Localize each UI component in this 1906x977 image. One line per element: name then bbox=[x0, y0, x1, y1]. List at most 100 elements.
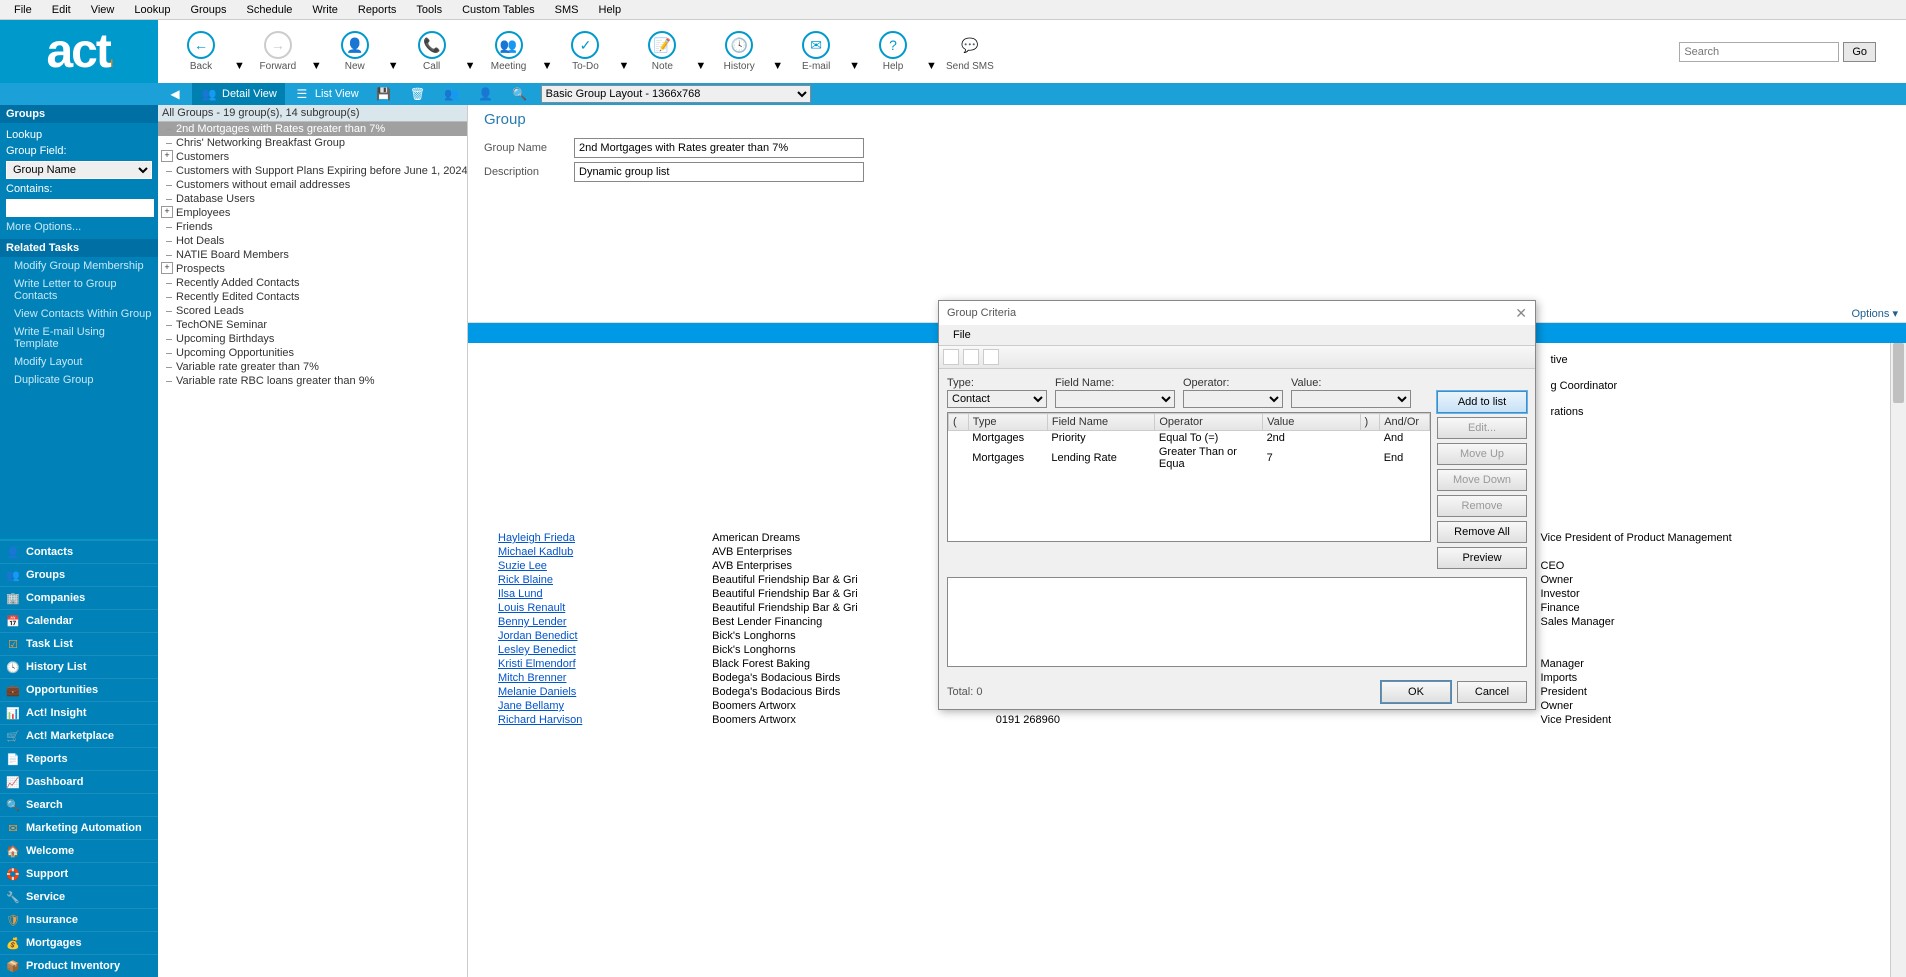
edit-button[interactable]: Edit... bbox=[1437, 417, 1527, 439]
task-duplicate-group[interactable]: Duplicate Group bbox=[0, 371, 158, 389]
menu-groups[interactable]: Groups bbox=[180, 2, 236, 18]
contact-name-link[interactable]: Jordan Benedict bbox=[498, 630, 578, 642]
nav-item-insurance[interactable]: 🛡Insurance bbox=[0, 908, 158, 931]
move-up-button[interactable]: Move Up bbox=[1437, 443, 1527, 465]
task-write-email[interactable]: Write E-mail Using Template bbox=[0, 323, 158, 353]
menu-sms[interactable]: SMS bbox=[545, 2, 589, 18]
ribbon-left-arrow[interactable]: ◀ bbox=[158, 83, 192, 105]
task-view-contacts[interactable]: View Contacts Within Group bbox=[0, 305, 158, 323]
nav-item-groups[interactable]: 👥Groups bbox=[0, 563, 158, 586]
layout-select[interactable]: Basic Group Layout - 1366x768 bbox=[541, 85, 811, 103]
menu-view[interactable]: View bbox=[81, 2, 125, 18]
help-button[interactable]: ?Help bbox=[868, 31, 918, 72]
remove-button[interactable]: Remove bbox=[1437, 495, 1527, 517]
nav-item-act-marketplace[interactable]: 🛒Act! Marketplace bbox=[0, 724, 158, 747]
tree-item[interactable]: 2nd Mortgages with Rates greater than 7% bbox=[158, 122, 467, 136]
menu-edit[interactable]: Edit bbox=[42, 2, 81, 18]
tree-item[interactable]: Database Users bbox=[158, 192, 467, 206]
contact-name-link[interactable]: Melanie Daniels bbox=[498, 686, 576, 698]
criteria-row[interactable]: MortgagesPriorityEqual To (=)2ndAnd bbox=[949, 431, 1430, 446]
move-down-button[interactable]: Move Down bbox=[1437, 469, 1527, 491]
new-dropdown[interactable]: ▼ bbox=[388, 60, 399, 72]
email-button[interactable]: ✉E-mail bbox=[791, 31, 841, 72]
tree-item[interactable]: Recently Edited Contacts bbox=[158, 290, 467, 304]
contact-name-link[interactable]: Benny Lender bbox=[498, 616, 567, 628]
criteria-row[interactable]: MortgagesLending RateGreater Than or Equ… bbox=[949, 445, 1430, 471]
menu-help[interactable]: Help bbox=[589, 2, 632, 18]
nav-item-mortgages[interactable]: 💰Mortgages bbox=[0, 931, 158, 954]
tree-item[interactable]: Prospects bbox=[158, 262, 467, 276]
forward-dropdown[interactable]: ▼ bbox=[311, 60, 322, 72]
contact-name-link[interactable]: Hayleigh Frieda bbox=[498, 532, 575, 544]
vertical-scrollbar[interactable] bbox=[1890, 343, 1906, 977]
nav-item-act-insight[interactable]: 📊Act! Insight bbox=[0, 701, 158, 724]
contact-name-link[interactable]: Lesley Benedict bbox=[498, 644, 576, 656]
group-field-select[interactable]: Group Name bbox=[6, 161, 152, 179]
tree-item[interactable]: Customers bbox=[158, 150, 467, 164]
tree-item[interactable]: Customers without email addresses bbox=[158, 178, 467, 192]
tree-item[interactable]: Customers with Support Plans Expiring be… bbox=[158, 164, 467, 178]
sendsms-button[interactable]: 💬Send SMS bbox=[945, 31, 995, 72]
history-button[interactable]: 🕓History bbox=[714, 31, 764, 72]
tree-item[interactable]: Variable rate RBC loans greater than 9% bbox=[158, 374, 467, 388]
contact-name-link[interactable]: Mitch Brenner bbox=[498, 672, 566, 684]
nav-item-reports[interactable]: 📄Reports bbox=[0, 747, 158, 770]
tree-item[interactable]: Upcoming Birthdays bbox=[158, 332, 467, 346]
menu-schedule[interactable]: Schedule bbox=[237, 2, 303, 18]
tree-item[interactable]: Chris' Networking Breakfast Group bbox=[158, 136, 467, 150]
menu-reports[interactable]: Reports bbox=[348, 2, 407, 18]
note-dropdown[interactable]: ▼ bbox=[695, 60, 706, 72]
menu-lookup[interactable]: Lookup bbox=[124, 2, 180, 18]
nav-item-marketing-automation[interactable]: ✉Marketing Automation bbox=[0, 816, 158, 839]
contact-name-link[interactable]: Kristi Elmendorf bbox=[498, 658, 576, 670]
ok-button[interactable]: OK bbox=[1381, 681, 1451, 703]
contact-name-link[interactable]: Rick Blaine bbox=[498, 574, 553, 586]
contact-row[interactable]: Richard Harvison Boomers Artworx 0191 26… bbox=[468, 713, 1906, 727]
call-dropdown[interactable]: ▼ bbox=[465, 60, 476, 72]
history-dropdown[interactable]: ▼ bbox=[772, 60, 783, 72]
tree-item[interactable]: Friends bbox=[158, 220, 467, 234]
nav-item-search[interactable]: 🔍Search bbox=[0, 793, 158, 816]
email-dropdown[interactable]: ▼ bbox=[849, 60, 860, 72]
remove-all-button[interactable]: Remove All bbox=[1437, 521, 1527, 543]
tree-item[interactable]: Scored Leads bbox=[158, 304, 467, 318]
contact-name-link[interactable]: Suzie Lee bbox=[498, 560, 547, 572]
dialog-file-menu[interactable]: File bbox=[947, 329, 977, 341]
contact-name-link[interactable]: Jane Bellamy bbox=[498, 700, 564, 712]
nav-item-companies[interactable]: 🏢Companies bbox=[0, 586, 158, 609]
help-dropdown[interactable]: ▼ bbox=[926, 60, 937, 72]
task-modify-layout[interactable]: Modify Layout bbox=[0, 353, 158, 371]
menu-write[interactable]: Write bbox=[302, 2, 347, 18]
tree-item[interactable]: Employees bbox=[158, 206, 467, 220]
new-file-icon[interactable] bbox=[943, 349, 959, 365]
call-button[interactable]: 📞Call bbox=[407, 31, 457, 72]
nav-item-support[interactable]: 🛟Support bbox=[0, 862, 158, 885]
task-write-letter[interactable]: Write Letter to Group Contacts bbox=[0, 275, 158, 305]
nav-item-opportunities[interactable]: 💼Opportunities bbox=[0, 678, 158, 701]
fieldname-select[interactable] bbox=[1055, 390, 1175, 408]
type-select[interactable]: Contact bbox=[947, 390, 1047, 408]
forward-button[interactable]: →Forward bbox=[253, 31, 303, 72]
menu-customtables[interactable]: Custom Tables bbox=[452, 2, 545, 18]
close-button[interactable]: ✕ bbox=[1515, 305, 1527, 322]
tree-item[interactable]: Upcoming Opportunities bbox=[158, 346, 467, 360]
contact-name-link[interactable]: Louis Renault bbox=[498, 602, 565, 614]
detail-view-button[interactable]: 👥Detail View bbox=[192, 83, 285, 105]
meeting-button[interactable]: 👥Meeting bbox=[484, 31, 534, 72]
nav-item-dashboard[interactable]: 📈Dashboard bbox=[0, 770, 158, 793]
nav-item-service[interactable]: 🔧Service bbox=[0, 885, 158, 908]
todo-button[interactable]: ✓To-Do bbox=[560, 31, 610, 72]
save-icon-button[interactable]: 💾 bbox=[367, 83, 401, 105]
tree-item[interactable]: Hot Deals bbox=[158, 234, 467, 248]
search-input[interactable] bbox=[1679, 42, 1839, 62]
group-desc-input[interactable] bbox=[574, 162, 864, 182]
contact-name-link[interactable]: Ilsa Lund bbox=[498, 588, 543, 600]
add-to-list-button[interactable]: Add to list bbox=[1437, 391, 1527, 413]
contains-input[interactable] bbox=[6, 199, 154, 217]
open-file-icon[interactable] bbox=[963, 349, 979, 365]
nav-item-product-inventory[interactable]: 📦Product Inventory bbox=[0, 954, 158, 977]
search-go-button[interactable]: Go bbox=[1843, 42, 1876, 62]
delete-icon-button[interactable]: 🗑 bbox=[401, 83, 435, 105]
person-icon-button[interactable]: 👤 bbox=[469, 83, 503, 105]
meeting-dropdown[interactable]: ▼ bbox=[542, 60, 553, 72]
